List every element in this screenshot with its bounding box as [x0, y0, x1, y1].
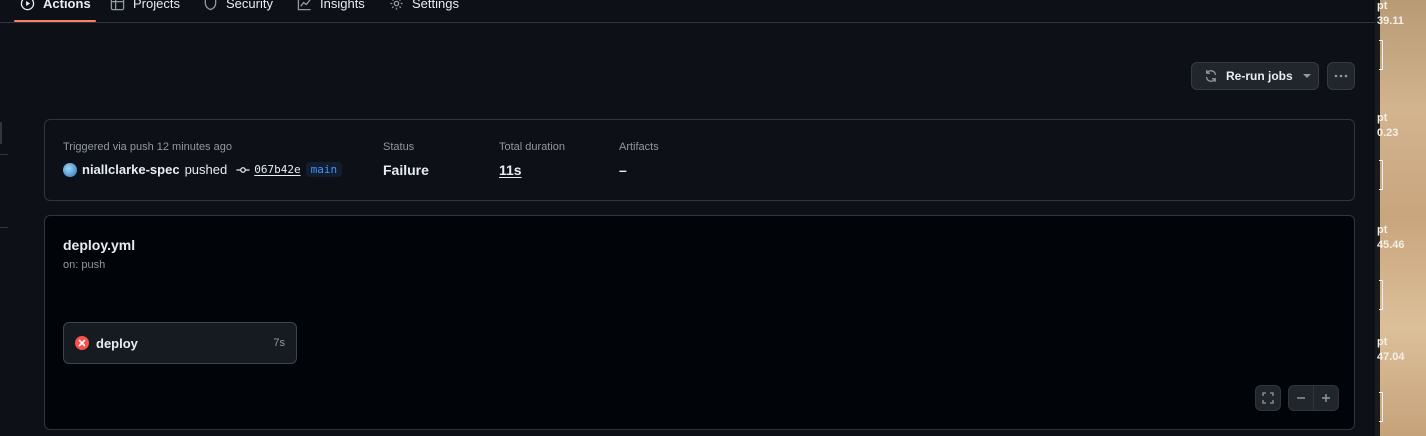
desktop-label: 45.46	[1377, 239, 1405, 251]
desktop-background: pt 39.11 pt 0.23 pt 45.46 pt 47.04	[1375, 0, 1426, 436]
plus-icon	[1322, 394, 1330, 402]
graph-icon	[297, 0, 311, 11]
job-name: deploy	[96, 335, 138, 351]
desktop-label: pt	[1377, 224, 1388, 236]
desktop-bracket	[1379, 160, 1383, 190]
sync-icon	[1205, 69, 1217, 83]
sidebar-edge	[0, 122, 2, 144]
rerun-jobs-button[interactable]: Re-run jobs	[1191, 62, 1319, 90]
commit-ref: 067b42e	[236, 163, 301, 177]
desktop-bracket	[1379, 40, 1383, 70]
branch-label[interactable]: main	[305, 162, 343, 177]
kebab-horizontal-icon	[1334, 74, 1348, 78]
artifacts-label: Artifacts	[619, 141, 659, 153]
tab-label: Actions	[43, 0, 91, 11]
tab-label: Insights	[320, 0, 365, 11]
run-summary: Triggered via push 12 minutes ago niallc…	[44, 119, 1355, 201]
more-options-button[interactable]	[1327, 62, 1355, 90]
repo-nav: Actions Projects Security Insights Setti…	[0, 0, 1375, 23]
caret-down-icon	[1302, 74, 1311, 78]
play-icon	[20, 0, 35, 11]
tab-projects[interactable]: Projects	[110, 0, 180, 15]
duration-link[interactable]: 11s	[499, 162, 522, 178]
tab-actions[interactable]: Actions	[20, 0, 91, 15]
gear-icon	[390, 0, 403, 10]
tab-label: Security	[226, 0, 273, 11]
git-commit-icon	[236, 166, 250, 173]
push-info: niallclarke-spec pushed 067b42e main	[63, 162, 343, 177]
desktop-label: pt	[1377, 112, 1388, 124]
table-icon	[110, 0, 125, 11]
job-duration: 7s	[273, 337, 285, 349]
desktop-label: pt	[1377, 336, 1388, 348]
zoom-in-button[interactable]	[1313, 385, 1339, 411]
job-card-deploy[interactable]: deploy 7s	[63, 322, 297, 364]
sidebar-divider	[0, 154, 8, 155]
workflow-graph: deploy.yml on: push deploy 7s	[44, 215, 1355, 430]
sidebar-divider	[0, 227, 8, 228]
artifacts-value: –	[619, 162, 627, 178]
tab-settings[interactable]: Settings	[389, 0, 459, 15]
actor-link[interactable]: niallclarke-spec	[82, 162, 180, 177]
tab-security[interactable]: Security	[203, 0, 273, 15]
dash-icon	[1297, 397, 1305, 399]
workflow-file-name: deploy.yml	[63, 237, 136, 253]
desktop-bracket	[1379, 280, 1383, 310]
rerun-label: Re-run jobs	[1226, 69, 1293, 83]
trigger-text: Triggered via push 12 minutes ago	[63, 141, 232, 153]
shield-icon	[204, 0, 217, 11]
zoom-out-button[interactable]	[1288, 385, 1314, 411]
x-circle-fill-icon	[75, 336, 89, 350]
duration-label: Total duration	[499, 141, 566, 153]
status-value: Failure	[383, 162, 429, 178]
desktop-bracket	[1379, 392, 1383, 422]
avatar[interactable]	[63, 162, 77, 177]
workflow-trigger: on: push	[63, 259, 106, 271]
desktop-label: pt	[1377, 0, 1388, 12]
tab-label: Projects	[133, 0, 180, 11]
desktop-label: 47.04	[1377, 351, 1405, 363]
status-label: Status	[383, 141, 415, 153]
desktop-label: 0.23	[1377, 127, 1399, 139]
desktop-label: 39.11	[1377, 15, 1404, 27]
active-tab-indicator	[14, 20, 96, 22]
tab-label: Settings	[412, 0, 459, 11]
tab-insights[interactable]: Insights	[297, 0, 365, 15]
screen-full-icon	[1262, 392, 1274, 404]
fullscreen-button[interactable]	[1255, 385, 1281, 411]
commit-sha-link[interactable]: 067b42e	[254, 163, 300, 176]
push-verb: pushed	[184, 162, 228, 177]
